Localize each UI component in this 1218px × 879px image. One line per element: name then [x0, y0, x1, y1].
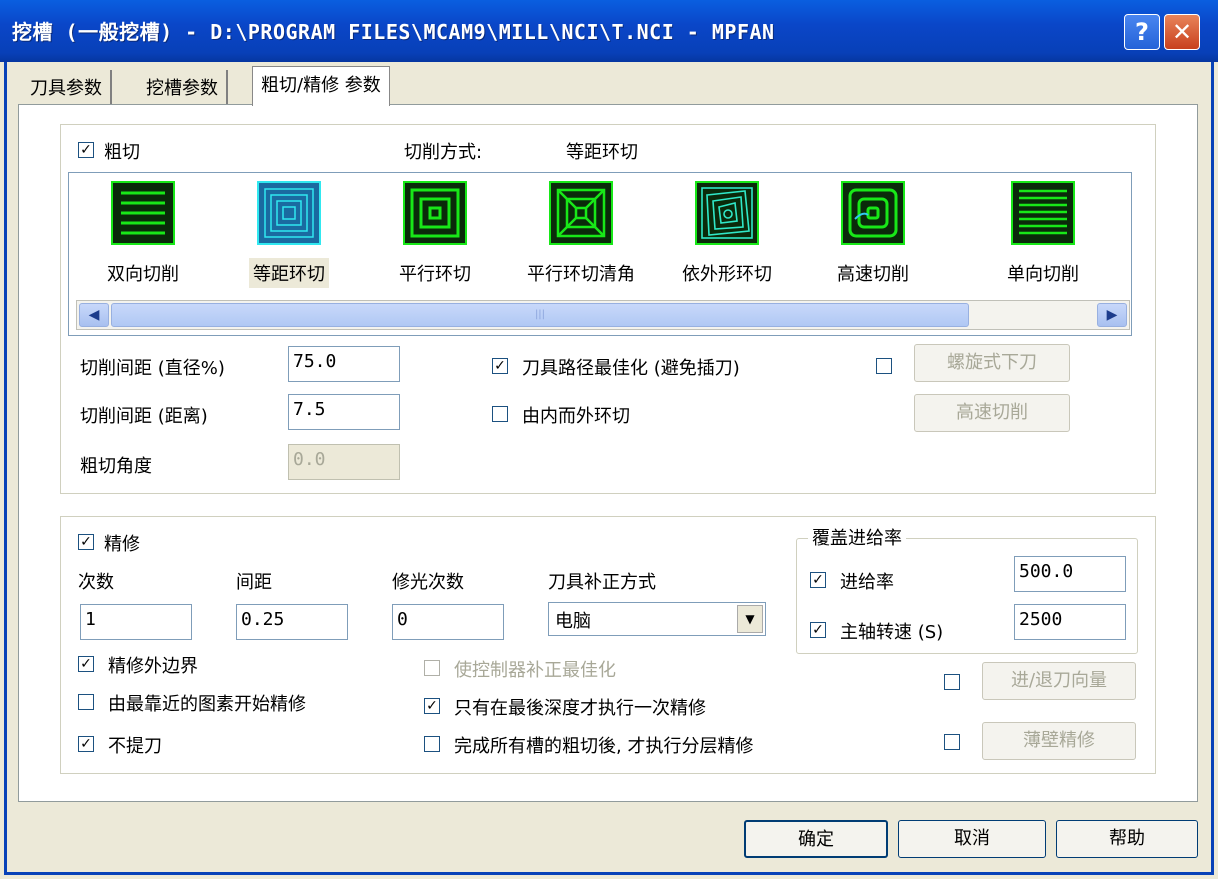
spindle-speed-input[interactable]: 2500: [1014, 604, 1126, 640]
chevron-down-icon[interactable]: ▼: [737, 605, 763, 633]
constant-overlap-spiral-icon: [257, 181, 321, 245]
cutter-comp-select[interactable]: 电脑 ▼: [548, 602, 766, 636]
window-title: 挖槽 (一般挖槽) - D:\PROGRAM FILES\MCAM9\MILL\…: [12, 20, 775, 44]
method-high-speed[interactable]: 高速切削: [803, 181, 943, 288]
close-icon[interactable]: ✕: [1164, 14, 1200, 50]
tab-rough-finish-parameters[interactable]: 粗切/精修 参数: [252, 66, 390, 106]
spindle-speed-checkbox[interactable]: ✓: [810, 622, 826, 638]
feed-rate-input[interactable]: 500.0: [1014, 556, 1126, 592]
after-all-roughing-label: 完成所有槽的粗切後, 才执行分层精修: [454, 736, 754, 757]
stepover-percent-label: 切削间距 (直径%): [80, 358, 225, 379]
keep-tool-down-label: 不提刀: [108, 736, 162, 757]
cutting-method-label: 切削方式:: [404, 142, 483, 163]
feed-rate-label: 进给率: [840, 572, 894, 593]
after-all-roughing-checkbox[interactable]: [424, 736, 440, 752]
tab-tool-parameters[interactable]: 刀具参数: [22, 70, 112, 104]
method-parallel-spiral[interactable]: 平行环切: [365, 181, 505, 288]
rough-angle-label: 粗切角度: [80, 456, 152, 477]
one-way-icon: [1011, 181, 1075, 245]
lead-in-out-checkbox[interactable]: [944, 674, 960, 690]
high-speed-button[interactable]: 高速切削: [914, 394, 1070, 432]
keep-tool-down-checkbox[interactable]: ✓: [78, 736, 94, 752]
parallel-spiral-clean-corners-icon: [549, 181, 613, 245]
optimize-control-label: 使控制器补正最佳化: [454, 660, 616, 681]
finish-passes-input[interactable]: 1: [80, 604, 192, 640]
spring-passes-input[interactable]: 0: [392, 604, 504, 640]
finish-outer-checkbox[interactable]: ✓: [78, 656, 94, 672]
cutting-method-value: 等距环切: [566, 142, 638, 163]
spring-passes-label: 修光次数: [392, 572, 464, 593]
inside-out-checkbox[interactable]: [492, 406, 508, 422]
method-label: 单向切削: [1007, 264, 1079, 285]
scroll-thumb[interactable]: |||: [111, 303, 969, 327]
finish-label: 精修: [104, 534, 140, 555]
zigzag-icon: [111, 181, 175, 245]
help-icon[interactable]: ?: [1124, 14, 1160, 50]
help-button[interactable]: 帮助: [1056, 820, 1198, 858]
tab-pocket-parameters[interactable]: 挖槽参数: [138, 70, 228, 104]
method-label: 双向切削: [107, 264, 179, 285]
method-one-way[interactable]: 单向切削: [973, 181, 1113, 288]
high-speed-icon: [841, 181, 905, 245]
spindle-speed-label: 主轴转速 (S): [840, 622, 944, 643]
closest-entity-label: 由最靠近的图素开始精修: [108, 694, 306, 715]
override-feed-legend: 覆盖进给率: [808, 524, 906, 550]
finish-outer-label: 精修外边界: [108, 656, 198, 677]
feed-rate-checkbox[interactable]: ✓: [810, 572, 826, 588]
finish-spacing-label: 间距: [236, 572, 272, 593]
stepover-distance-label: 切削间距 (距离): [80, 406, 208, 427]
rough-checkbox[interactable]: ✓: [78, 142, 94, 158]
method-list-scrollbar[interactable]: ◀ ||| ▶: [76, 300, 1130, 330]
optimize-control-checkbox[interactable]: [424, 660, 440, 676]
method-morph-spiral[interactable]: 依外形环切: [657, 181, 797, 288]
method-label: 依外形环切: [682, 264, 772, 285]
parallel-spiral-icon: [403, 181, 467, 245]
thin-wall-button[interactable]: 薄壁精修: [982, 722, 1136, 760]
rough-label: 粗切: [104, 142, 140, 163]
method-label: 高速切削: [837, 264, 909, 285]
method-label: 等距环切: [249, 258, 329, 288]
scroll-left-icon[interactable]: ◀: [79, 303, 109, 327]
method-label: 平行环切清角: [527, 264, 635, 285]
final-depth-label: 只有在最後深度才执行一次精修: [454, 698, 706, 719]
method-constant-overlap-spiral[interactable]: 等距环切: [219, 181, 359, 288]
method-label: 平行环切: [399, 264, 471, 285]
final-depth-checkbox[interactable]: ✓: [424, 698, 440, 714]
method-zigzag[interactable]: 双向切削: [73, 181, 213, 288]
finish-spacing-input[interactable]: 0.25: [236, 604, 348, 640]
finish-checkbox[interactable]: ✓: [78, 534, 94, 550]
ok-button[interactable]: 确定: [744, 820, 888, 858]
inside-out-label: 由内而外环切: [522, 406, 630, 427]
scroll-right-icon[interactable]: ▶: [1097, 303, 1127, 327]
rough-angle-input[interactable]: 0.0: [288, 444, 400, 480]
closest-entity-checkbox[interactable]: [78, 694, 94, 710]
lead-in-out-button[interactable]: 进/退刀向量: [982, 662, 1136, 700]
helix-entry-button[interactable]: 螺旋式下刀: [914, 344, 1070, 382]
stepover-distance-input[interactable]: 7.5: [288, 394, 400, 430]
minimize-plunge-label: 刀具路径最佳化 (避免插刀): [522, 358, 740, 379]
morph-spiral-icon: [695, 181, 759, 245]
cutter-comp-label: 刀具补正方式: [548, 572, 656, 593]
minimize-plunge-checkbox[interactable]: ✓: [492, 358, 508, 374]
title-bar[interactable]: 挖槽 (一般挖槽) - D:\PROGRAM FILES\MCAM9\MILL\…: [0, 0, 1218, 62]
method-parallel-spiral-clean-corners[interactable]: 平行环切清角: [511, 181, 651, 288]
helix-checkbox[interactable]: [876, 358, 892, 374]
cancel-button[interactable]: 取消: [898, 820, 1046, 858]
thin-wall-checkbox[interactable]: [944, 734, 960, 750]
cutter-comp-value: 电脑: [555, 611, 591, 632]
finish-passes-label: 次数: [78, 572, 114, 593]
stepover-percent-input[interactable]: 75.0: [288, 346, 400, 382]
